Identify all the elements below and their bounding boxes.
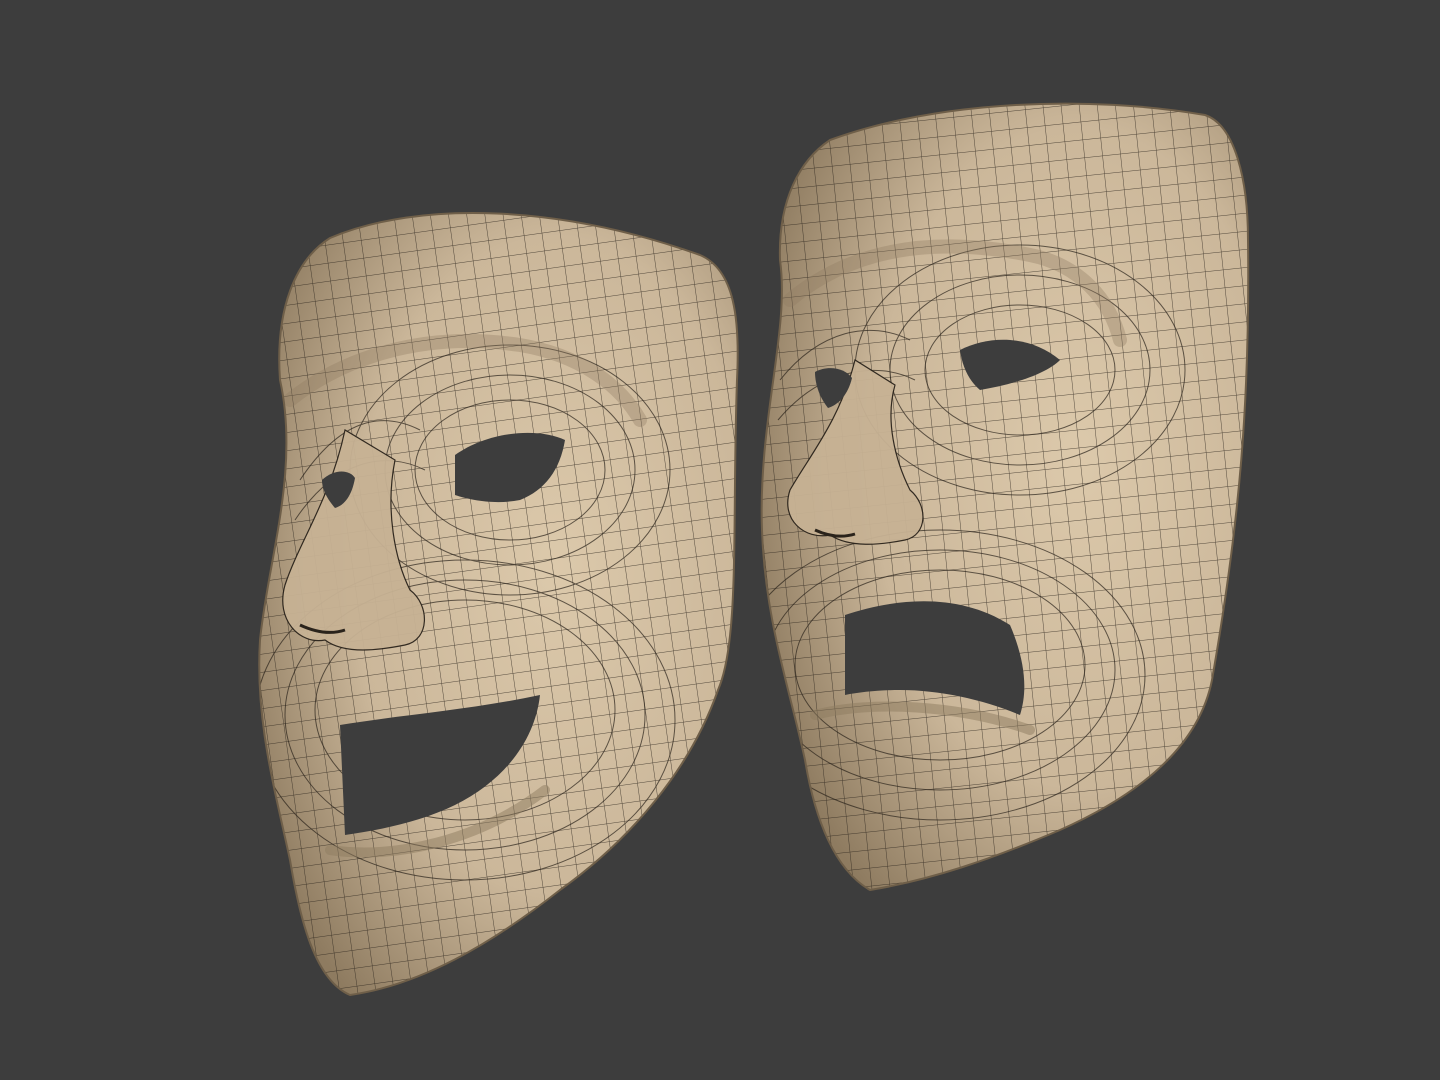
mask-scene — [0, 0, 1440, 1080]
3d-viewport[interactable] — [0, 0, 1440, 1080]
